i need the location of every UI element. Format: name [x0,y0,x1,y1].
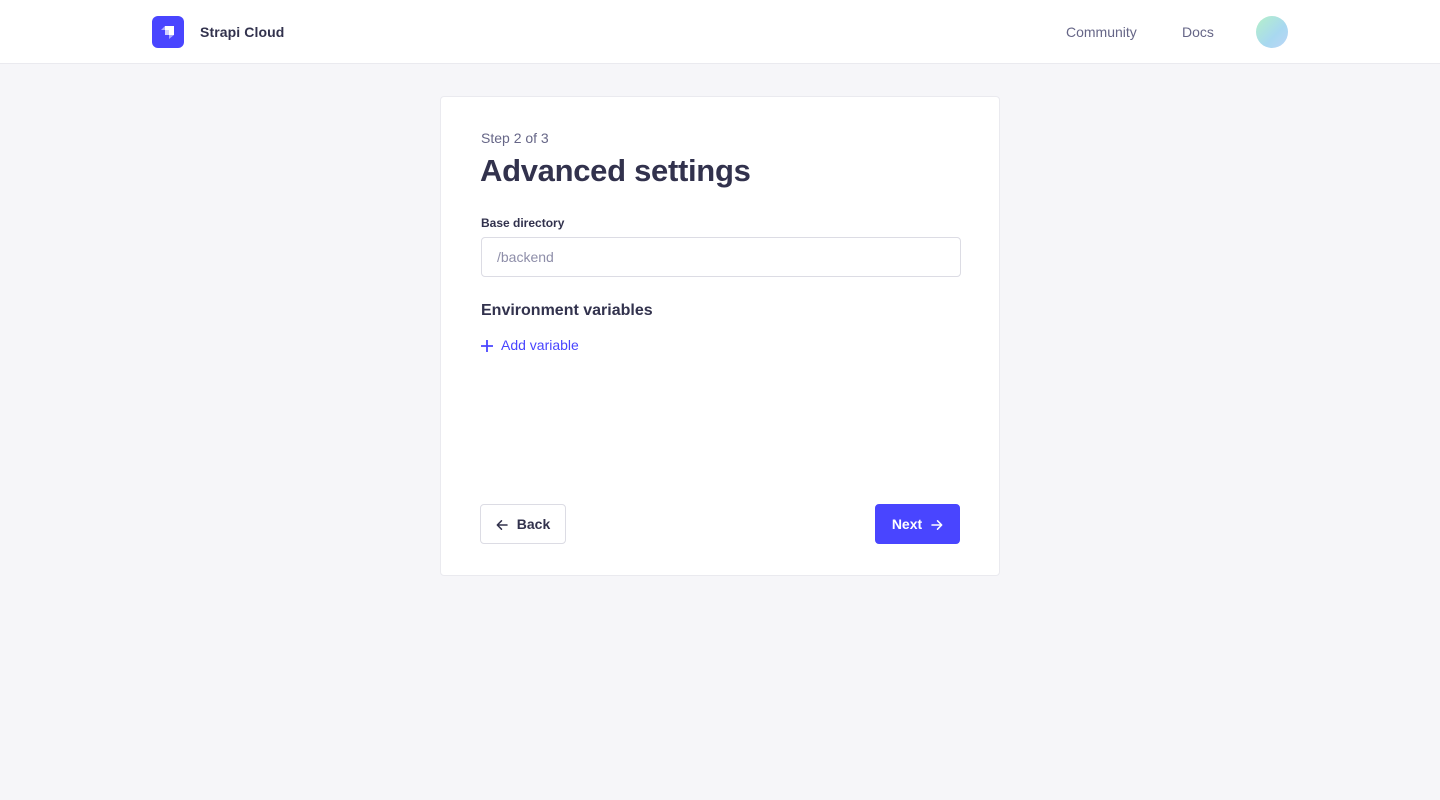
top-navigation-bar: Strapi Cloud Community Docs [0,0,1440,64]
arrow-left-icon [496,518,508,530]
brand[interactable]: Strapi Cloud [152,16,284,48]
step-indicator: Step 2 of 3 [481,130,549,146]
next-button[interactable]: Next [875,504,960,544]
base-directory-input[interactable] [481,237,961,277]
next-button-label: Next [891,516,923,532]
strapi-logo-icon [152,16,184,48]
back-button-label: Back [516,516,551,532]
brand-name: Strapi Cloud [200,24,285,40]
add-variable-label: Add variable [501,337,579,353]
advanced-settings-card: Step 2 of 3 Advanced settings Base direc… [440,96,1000,576]
arrow-right-icon [931,518,943,530]
user-avatar[interactable] [1256,16,1288,48]
back-button[interactable]: Back [480,504,566,544]
nav-link-community[interactable]: Community [1066,16,1137,48]
environment-variables-heading: Environment variables [481,302,653,319]
plus-icon [480,339,494,353]
base-directory-label: Base directory [481,216,565,230]
page-title: Advanced settings [480,153,751,188]
add-variable-button[interactable]: Add variable [480,335,579,355]
nav-link-docs[interactable]: Docs [1182,16,1214,48]
